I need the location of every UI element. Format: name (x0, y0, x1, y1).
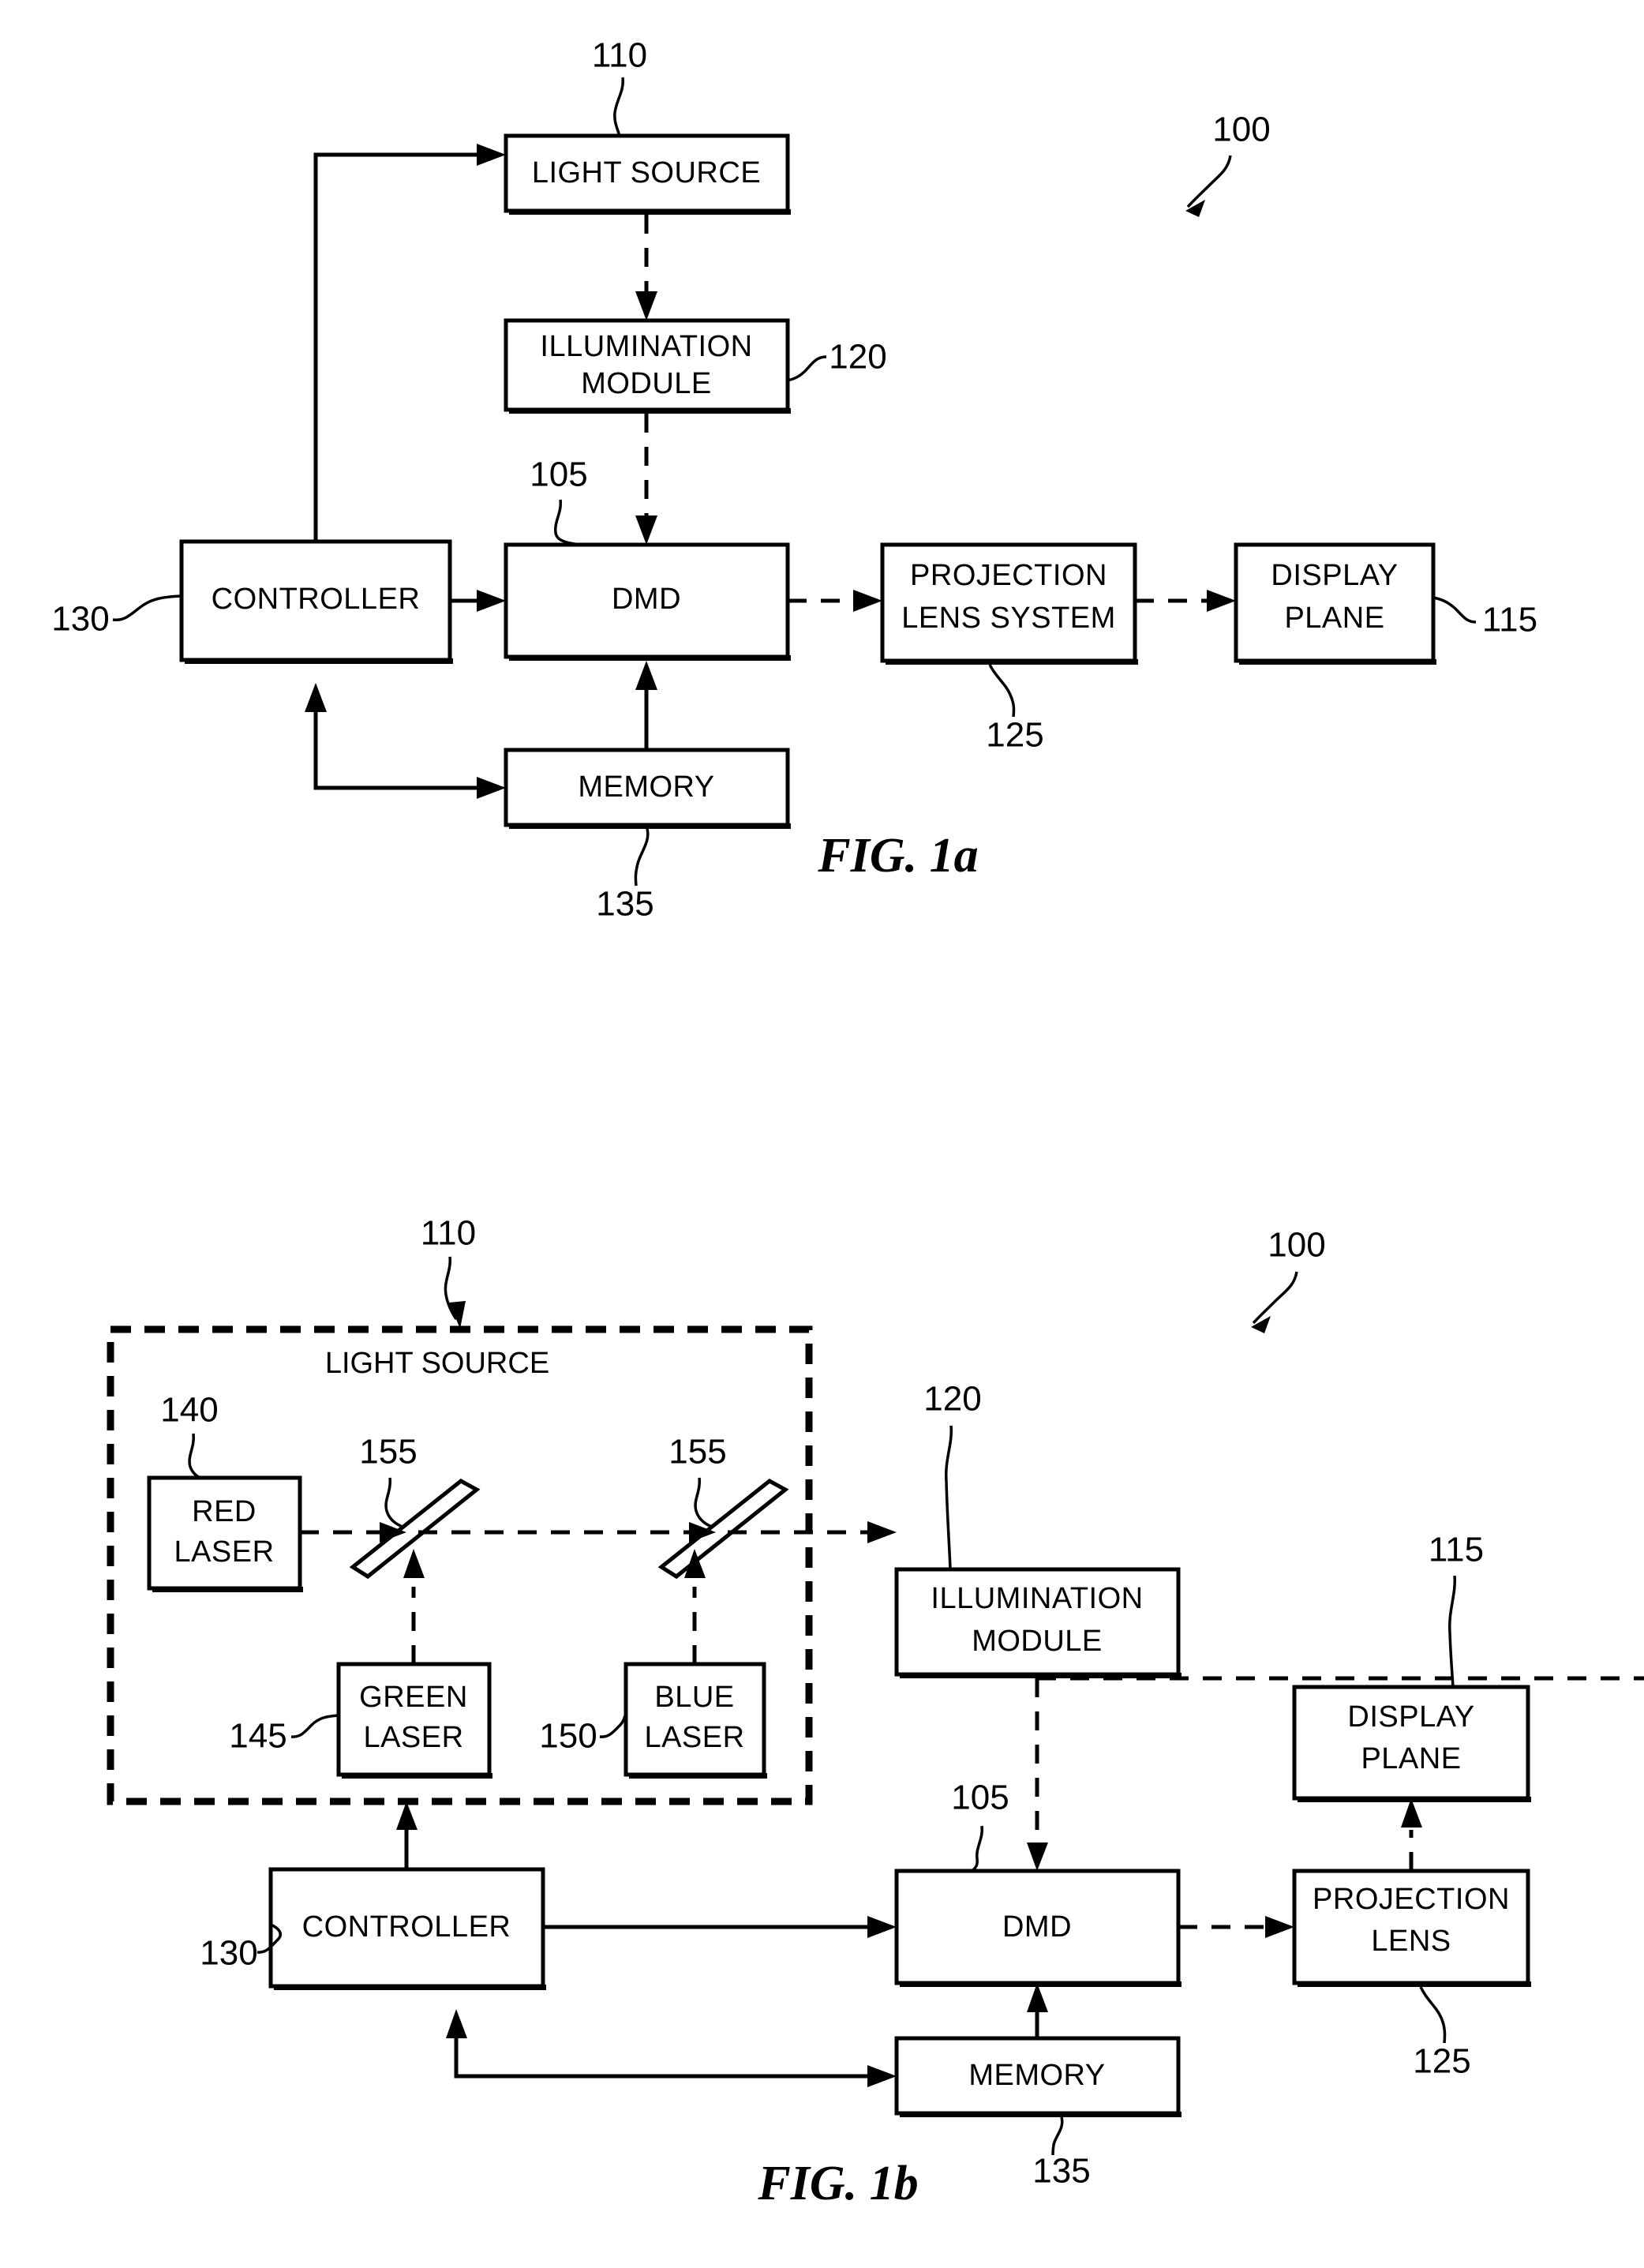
fig1a-controller-label: CONTROLLER (212, 583, 421, 616)
fig1a-light-source-label: LIGHT SOURCE (532, 156, 761, 189)
fig1a-illumination-module-ref: 120 (829, 338, 886, 377)
fig1a-projection-lens-system-box-shadow (886, 659, 1138, 665)
fig1a-system-ref-label: 100 (1212, 111, 1270, 149)
fig1b-light-source-group-title: LIGHT SOURCE (325, 1347, 549, 1380)
fig1b-red-laser-label-line1: RED (192, 1495, 257, 1528)
fig1b-dmd-label: DMD (1002, 1910, 1072, 1944)
patent-figures-svg: 100 LIGHT SOURCE 110 ILLUMINATION MODULE… (0, 0, 1644, 2268)
fig1b-memory-ref: 135 (1032, 2152, 1090, 2191)
fig1a-controller-box-shadow (185, 658, 453, 664)
fig1a-illumination-module-label-line1: ILLUMINATION (540, 330, 752, 363)
fig1b-illumination-module-label-line2: MODULE (972, 1625, 1103, 1658)
fig1a-dmd-label: DMD (612, 583, 681, 616)
fig1a-memory-box-shadow (509, 823, 791, 829)
fig1b-blue-laser-ref: 150 (539, 1717, 597, 1756)
fig1a-projection-lens-system-ref: 125 (986, 716, 1043, 755)
fig1b-red-laser-box (147, 1475, 302, 1591)
fig1a-display-plane-ref: 115 (1482, 601, 1537, 639)
fig1a-display-plane-label-line1: DISPLAY (1271, 559, 1398, 592)
fig1b-projection-lens-label-line1: PROJECTION (1313, 1883, 1510, 1916)
fig1a-projection-lens-system-label-line2: LENS SYSTEM (901, 602, 1116, 635)
fig1b-controller-label: CONTROLLER (302, 1910, 511, 1944)
fig1b-caption: FIG. 1b (757, 2157, 918, 2210)
fig1b-green-laser-ref: 145 (229, 1717, 286, 1756)
fig1b-display-plane-ref: 115 (1429, 1531, 1484, 1569)
fig1a-memory-ref: 135 (596, 885, 653, 924)
fig1a-dmd-box-shadow (509, 655, 791, 661)
fig1b-red-laser-ref: 140 (160, 1391, 218, 1430)
fig1b-light-source-group-ref: 110 (421, 1214, 476, 1253)
fig1b-blue-laser-label-line1: BLUE (654, 1681, 734, 1714)
fig1b-memory-box-shadow (900, 2112, 1182, 2117)
fig1b-controller-box-shadow (274, 1985, 546, 1990)
fig1b-projection-lens-ref: 125 (1413, 2042, 1470, 2081)
fig1a-dmd-ref: 105 (530, 455, 587, 494)
fig1b-projection-lens-label-line2: LENS (1371, 1925, 1451, 1958)
fig1b-blue-laser-box-shadow (629, 1773, 767, 1779)
fig1a-display-plane-label-line2: PLANE (1284, 602, 1384, 635)
fig1b-display-plane-label-line2: PLANE (1361, 1742, 1461, 1775)
fig1b-dmd-ref: 105 (951, 1779, 1009, 1817)
fig1b-mirror-2-ref: 155 (668, 1433, 726, 1471)
fig1a-memory-label: MEMORY (578, 770, 714, 804)
fig1b-green-laser-box-shadow (342, 1773, 492, 1779)
fig1a-light-source-ref: 110 (592, 36, 647, 75)
fig1a-display-plane-box-shadow (1239, 659, 1436, 665)
fig1b-projection-lens-box-shadow (1298, 1981, 1531, 1987)
fig1a-caption: FIG. 1a (817, 829, 978, 883)
fig1b-controller-ref: 130 (200, 1934, 257, 1973)
fig1b-illumination-module-ref: 120 (923, 1380, 981, 1419)
fig1a-projection-lens-system-label-line1: PROJECTION (910, 559, 1107, 592)
fig1a-illumination-module-box-shadow (509, 408, 791, 414)
fig1b-display-plane-label-line1: DISPLAY (1347, 1700, 1474, 1734)
fig1b-memory-label: MEMORY (968, 2059, 1105, 2092)
fig1b-green-laser-label-line2: LASER (363, 1721, 463, 1754)
patent-figure-sheet: 100 LIGHT SOURCE 110 ILLUMINATION MODULE… (0, 0, 1644, 2268)
fig1a-light-source-box-shadow (509, 209, 791, 215)
fig1b-illumination-module-label-line1: ILLUMINATION (931, 1582, 1143, 1615)
fig1b-system-ref-label: 100 (1268, 1226, 1325, 1265)
fig1a-controller-ref: 130 (51, 600, 109, 639)
fig1b-dmd-box-shadow (900, 1981, 1182, 1987)
fig1b-green-laser-label-line1: GREEN (359, 1681, 468, 1714)
fig1a-illumination-module-label-line2: MODULE (581, 367, 712, 400)
fig1b-display-plane-box-shadow (1298, 1797, 1531, 1802)
fig1b-red-laser-label-line2: LASER (174, 1535, 274, 1569)
fig1b-red-laser-box-shadow (152, 1587, 303, 1592)
fig1b-blue-laser-label-line2: LASER (644, 1721, 744, 1754)
fig1b-mirror-1-ref: 155 (359, 1433, 417, 1471)
